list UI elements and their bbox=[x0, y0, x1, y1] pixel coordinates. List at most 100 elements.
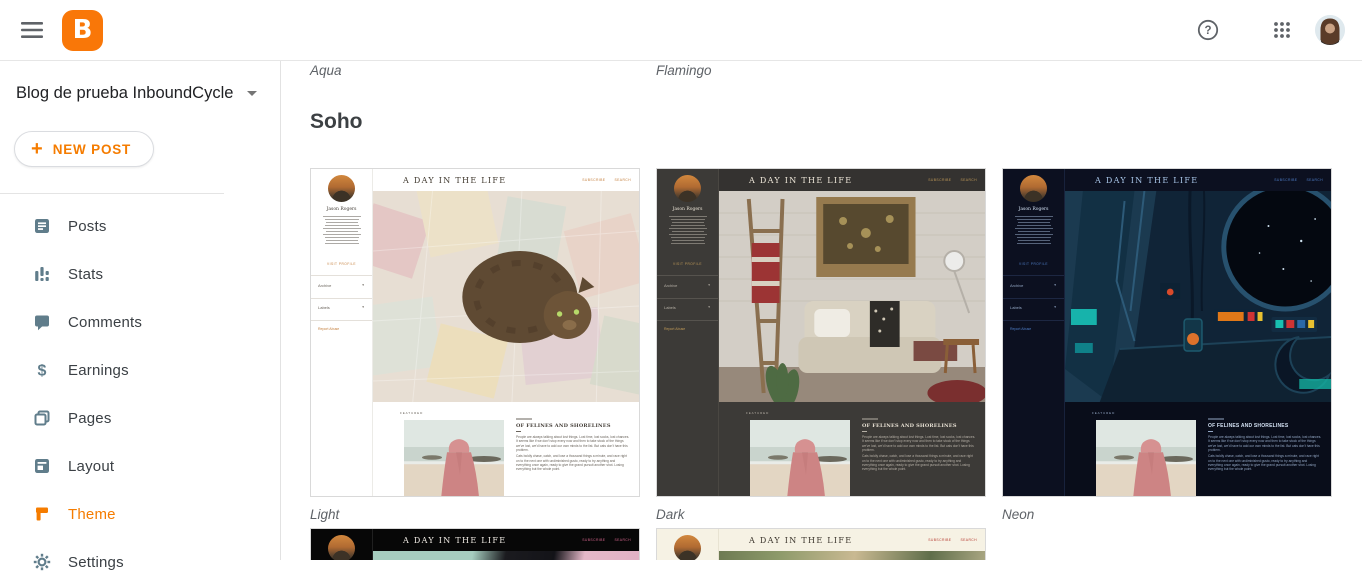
sidebar-item-theme[interactable]: Theme bbox=[0, 490, 280, 538]
sidebar-item-pages[interactable]: Pages bbox=[0, 394, 280, 442]
pages-icon bbox=[34, 410, 50, 426]
user-avatar[interactable] bbox=[1315, 15, 1345, 45]
preview-author-bio-lines bbox=[669, 216, 707, 246]
preview-divider bbox=[311, 320, 372, 321]
variant-label-flamingo: Flamingo bbox=[656, 63, 712, 78]
theme-preview-card[interactable]: Jason Rogers VISIT PROFILE Archive ▾ Lab… bbox=[1002, 168, 1332, 497]
beach-figure-image bbox=[404, 420, 504, 496]
spaceship-illustration-image bbox=[1065, 191, 1331, 402]
preview-post-dash bbox=[862, 431, 867, 432]
chevron-down-icon: ▾ bbox=[362, 283, 364, 287]
preview-archive-label: Archive bbox=[664, 283, 678, 288]
preview-author-bio-lines bbox=[1015, 216, 1053, 246]
sidebar-item-label: Earnings bbox=[68, 361, 129, 379]
preview-divider bbox=[1003, 298, 1064, 299]
chevron-down-icon: ▾ bbox=[708, 305, 710, 309]
theme-preview-card[interactable]: Jason Rogers VISIT PROFILE Archive ▾ Lab… bbox=[310, 168, 640, 497]
preview-subscribe-link: SUBSCRIBE bbox=[582, 538, 606, 542]
beach-figure-image bbox=[750, 420, 850, 496]
preview-search-link: SEARCH bbox=[614, 538, 631, 542]
new-post-button[interactable]: + NEW POST bbox=[14, 131, 155, 167]
preview-subscribe-link: SUBSCRIBE bbox=[1274, 178, 1298, 182]
beach-figure-image bbox=[1096, 420, 1196, 496]
preview-archive-label: Archive bbox=[318, 283, 332, 288]
preview-post-dash bbox=[1208, 431, 1213, 432]
preview-sidebar: Jason Rogers VISIT PROFILE Archive ▾ Lab… bbox=[311, 529, 373, 560]
preview-report-abuse-link: Report Abuse bbox=[1010, 327, 1032, 331]
preview-hero-image bbox=[719, 191, 985, 402]
posts-icon bbox=[35, 219, 49, 233]
sidebar-item-label: Pages bbox=[68, 409, 112, 427]
preview-divider bbox=[657, 298, 718, 299]
preview-hero-image bbox=[373, 551, 639, 560]
preview-visit-profile-link: VISIT PROFILE bbox=[327, 262, 356, 266]
preview-subscribe-link: SUBSCRIBE bbox=[582, 178, 606, 182]
layout-icon bbox=[35, 459, 49, 473]
theme-variant-cell: Jason Rogers VISIT PROFILE Archive ▾ Lab… bbox=[1002, 168, 1332, 522]
preview-post-body: People are always talking about lost thi… bbox=[1208, 434, 1322, 453]
plus-icon: + bbox=[31, 138, 43, 160]
theme-preview-card[interactable]: Jason Rogers VISIT PROFILE Archive ▾ Lab… bbox=[656, 168, 986, 497]
preview-post-body: People are always talking about lost thi… bbox=[862, 434, 976, 453]
google-apps-grid-icon[interactable] bbox=[1272, 20, 1292, 40]
svg-text:$: $ bbox=[38, 363, 47, 380]
preview-main: A DAY IN THE LIFE SUBSCRIBE SEARCH bbox=[373, 529, 639, 560]
chevron-down-icon: ▾ bbox=[1054, 283, 1056, 287]
sidebar-item-label: Settings bbox=[68, 553, 124, 571]
preview-post-body: Cats boldly chase, catch, and lose a tho… bbox=[862, 454, 973, 472]
help-icon[interactable]: ? bbox=[1197, 19, 1219, 41]
preview-author-bio-lines bbox=[323, 216, 361, 246]
theme-variant-label: Neon bbox=[1002, 507, 1035, 522]
preview-blog-title: A DAY IN THE LIFE bbox=[403, 175, 507, 185]
header-actions: ? bbox=[1197, 15, 1362, 45]
preview-visit-profile-link: VISIT PROFILE bbox=[673, 262, 702, 266]
stats-icon bbox=[35, 267, 49, 281]
preview-header-links: SUBSCRIBE SEARCH bbox=[1274, 178, 1323, 182]
sidebar-item-earnings[interactable]: $ Earnings bbox=[0, 346, 280, 394]
preview-post-date bbox=[516, 418, 532, 420]
preview-author-name: Jason Rogers bbox=[326, 207, 357, 212]
variant-label-aqua: Aqua bbox=[310, 63, 342, 78]
preview-featured-label: FEATURED bbox=[400, 411, 424, 415]
preview-header-links: SUBSCRIBE SEARCH bbox=[928, 538, 977, 542]
sidebar-item-layout[interactable]: Layout bbox=[0, 442, 280, 490]
preview-divider bbox=[1003, 320, 1064, 321]
preview-blog-title: A DAY IN THE LIFE bbox=[403, 535, 507, 545]
preview-labels-row: Labels ▾ bbox=[318, 305, 364, 310]
preview-archive-row: Archive ▾ bbox=[318, 283, 364, 288]
preview-labels-row: Labels ▾ bbox=[664, 305, 710, 310]
sidebar-item-posts[interactable]: Posts bbox=[0, 202, 280, 250]
preview-post-title: OF FELINES AND SHORELINES bbox=[1208, 422, 1289, 429]
sidebar-nav: Posts Stats Comments $ Earnings Pages La… bbox=[0, 202, 280, 586]
theme-preview-card[interactable]: Jason Rogers VISIT PROFILE Archive ▾ Lab… bbox=[656, 528, 986, 560]
theme-icon bbox=[36, 507, 48, 521]
preview-archive-row: Archive ▾ bbox=[664, 283, 710, 288]
preview-search-link: SEARCH bbox=[1306, 178, 1323, 182]
sidebar-item-stats[interactable]: Stats bbox=[0, 250, 280, 298]
theme-section-title: Soho bbox=[310, 110, 363, 133]
preview-report-abuse-link: Report Abuse bbox=[664, 327, 686, 331]
preview-featured-label: FEATURED bbox=[746, 411, 770, 415]
blogger-logo-icon[interactable]: B bbox=[62, 9, 103, 51]
sidebar-item-label: Layout bbox=[68, 457, 115, 475]
theme-picker-content: Aqua Flamingo Soho Jason Rogers VISIT PR… bbox=[281, 61, 1362, 560]
preview-featured-post: OF FELINES AND SHORELINES People are alw… bbox=[1208, 418, 1323, 474]
sidebar-divider bbox=[0, 193, 224, 194]
hamburger-menu-icon[interactable] bbox=[20, 18, 44, 42]
sidebar-item-comments[interactable]: Comments bbox=[0, 298, 280, 346]
blog-selector[interactable]: Blog de prueba InboundCycle bbox=[16, 78, 280, 108]
preview-author-avatar bbox=[328, 175, 355, 202]
preview-report-abuse-link: Report Abuse bbox=[318, 327, 340, 331]
preview-featured-post: OF FELINES AND SHORELINES People are alw… bbox=[862, 418, 977, 474]
previous-row-variant-labels: Aqua Flamingo bbox=[310, 63, 1310, 81]
preview-archive-label: Archive bbox=[1010, 283, 1024, 288]
preview-labels-label: Labels bbox=[1010, 305, 1022, 310]
preview-blog-header: A DAY IN THE LIFE SUBSCRIBE SEARCH bbox=[1065, 169, 1331, 191]
sidebar-item-settings[interactable]: Settings bbox=[0, 538, 280, 586]
preview-labels-row: Labels ▾ bbox=[1010, 305, 1056, 310]
soho-variant-grid-row2: Jason Rogers VISIT PROFILE Archive ▾ Lab… bbox=[310, 528, 986, 560]
theme-preview-card[interactable]: Jason Rogers VISIT PROFILE Archive ▾ Lab… bbox=[310, 528, 640, 560]
preview-main: A DAY IN THE LIFE SUBSCRIBE SEARCH bbox=[1065, 169, 1331, 496]
preview-labels-label: Labels bbox=[318, 305, 330, 310]
theme-variant-label: Dark bbox=[656, 507, 685, 522]
